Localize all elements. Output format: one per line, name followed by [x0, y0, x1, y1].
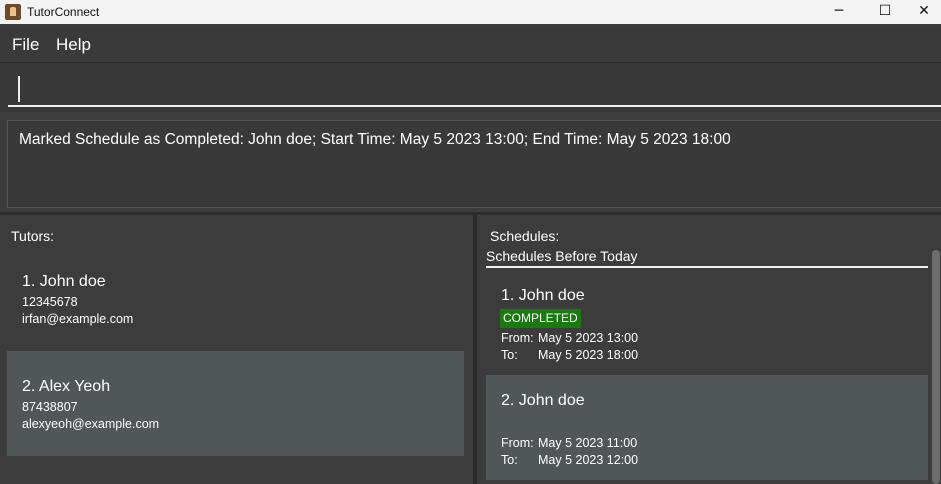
command-input[interactable]: [8, 68, 941, 107]
schedule-card[interactable]: 1. John doe COMPLETED From: May 5 2023 1…: [486, 270, 928, 375]
text-caret: [18, 76, 20, 102]
schedule-to-time: May 5 2023 18:00: [538, 348, 639, 362]
schedule-section-title: Schedules Before Today: [486, 248, 638, 264]
menu-bar: File Help: [0, 27, 941, 62]
tutor-phone: 87438807: [22, 400, 78, 414]
result-display[interactable]: Marked Schedule as Completed: John doe; …: [7, 120, 941, 208]
window-title: TutorConnect: [27, 5, 100, 19]
result-message: Marked Schedule as Completed: John doe; …: [19, 131, 731, 148]
maximize-button[interactable]: ☐: [862, 0, 908, 24]
title-bar: TutorConnect ─ ☐ ✕: [0, 0, 941, 24]
schedule-from-time: May 5 2023 13:00: [538, 331, 639, 345]
schedules-label: Schedules:: [490, 228, 560, 244]
tutor-card[interactable]: 1. John doe 12345678 irfan@example.com: [7, 246, 464, 351]
schedule-scrollbar-thumb[interactable]: [932, 250, 940, 484]
panel-divider: [0, 212, 941, 215]
tutor-name: 2. Alex Yeoh: [22, 378, 111, 395]
tutor-name: 1. John doe: [22, 273, 106, 290]
schedule-from-label: From:: [501, 331, 534, 345]
tutor-email: alexyeoh@example.com: [22, 417, 160, 431]
schedule-to-label: To:: [501, 348, 518, 362]
schedule-from-label: From:: [501, 436, 534, 450]
menu-file[interactable]: File: [12, 35, 39, 55]
menu-help[interactable]: Help: [56, 35, 91, 55]
tutor-email: irfan@example.com: [22, 312, 134, 326]
tutors-label: Tutors:: [11, 228, 55, 244]
schedule-to-time: May 5 2023 12:00: [538, 453, 639, 467]
split-pane-divider[interactable]: [473, 215, 477, 484]
schedule-from-time: May 5 2023 11:00: [538, 436, 638, 450]
close-button[interactable]: ✕: [907, 0, 941, 24]
schedule-tutor-name: 1. John doe: [501, 287, 585, 304]
status-badge: COMPLETED: [500, 309, 581, 328]
tutor-phone: 12345678: [22, 295, 78, 309]
schedule-tutor-name: 2. John doe: [501, 392, 585, 409]
minimize-button[interactable]: ─: [816, 0, 862, 24]
schedule-section-header: Schedules Before Today: [486, 247, 928, 268]
tutor-card[interactable]: 2. Alex Yeoh 87438807 alexyeoh@example.c…: [7, 351, 464, 456]
schedule-to-label: To:: [501, 453, 518, 467]
schedule-card[interactable]: 2. John doe From: May 5 2023 11:00 To: M…: [486, 375, 928, 480]
app-logo-icon: [5, 4, 21, 20]
